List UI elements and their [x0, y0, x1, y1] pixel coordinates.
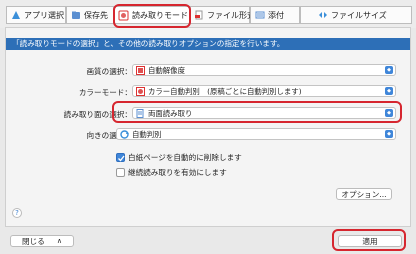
color-mode-value: カラー自動判別 (原稿ごとに自動判別します): [148, 86, 302, 96]
chevron-updown-icon: ◆: [385, 109, 393, 117]
quality-value: 自動解像度: [148, 65, 185, 75]
rotate-icon: [119, 129, 129, 139]
file-size-icon: [317, 10, 328, 21]
orientation-value: 自動判別: [132, 129, 162, 139]
folder-icon: [70, 10, 81, 21]
color-mode-select[interactable]: カラー自動判別 (原稿ごとに自動判別します) ◆: [132, 85, 396, 97]
close-label: 閉じる: [22, 236, 45, 246]
attach-icon: [254, 10, 265, 21]
help-button[interactable]: ?: [12, 208, 22, 218]
tab-app-select[interactable]: アプリ選択: [6, 6, 66, 24]
color-icon: [135, 86, 145, 96]
help-icon: ?: [15, 209, 19, 217]
scan-mode-icon: [118, 10, 129, 21]
duplex-icon: [135, 108, 145, 118]
app-select-icon: [10, 10, 21, 21]
scan-side-value: 両面読み取り: [148, 108, 193, 118]
resolution-icon: [135, 65, 145, 75]
chevron-updown-icon: ◆: [385, 130, 393, 138]
tab-label: アプリ選択: [24, 10, 64, 20]
blank-page-checkbox[interactable]: [116, 153, 125, 162]
file-format-icon: [194, 10, 204, 21]
tab-label: 保存先: [84, 10, 108, 20]
tab-label: ファイル形式: [207, 10, 255, 20]
tab-scan-mode[interactable]: 読み取りモード: [114, 6, 190, 24]
tab-file-size[interactable]: ファイルサイズ: [300, 6, 412, 24]
orientation-select[interactable]: 自動判別 ◆: [116, 128, 396, 140]
tab-attach[interactable]: 添付: [250, 6, 300, 24]
tab-label: 添付: [268, 10, 284, 20]
check-icon: [118, 155, 125, 162]
info-banner: 「読み取りモードの選択」と、その他の読み取りオプションの指定を行います。: [6, 38, 410, 50]
tab-bar: アプリ選択 保存先 読み取りモード ファイル形式 添付 ファイルサイズ: [0, 0, 416, 28]
chevron-updown-icon: ◆: [385, 87, 393, 95]
scan-side-select[interactable]: 両面読み取り ◆: [132, 107, 396, 119]
chevron-up-icon: ∧: [56, 237, 62, 245]
blank-page-label: 白紙ページを自動的に削除します: [128, 153, 242, 162]
options-button[interactable]: オプション...: [336, 188, 392, 200]
color-mode-label: カラーモード：: [78, 88, 132, 97]
tab-file-format[interactable]: ファイル形式: [190, 6, 255, 24]
tab-label: ファイルサイズ: [331, 10, 387, 20]
continuous-scan-checkbox[interactable]: [116, 168, 125, 177]
quality-select[interactable]: 自動解像度 ◆: [132, 64, 396, 76]
chevron-updown-icon: ◆: [385, 66, 393, 74]
tab-label: 読み取りモード: [132, 10, 188, 20]
close-button[interactable]: 閉じる ∧: [10, 235, 74, 247]
tab-save-location[interactable]: 保存先: [66, 6, 114, 24]
orientation-label: 向きの選択：: [86, 131, 132, 140]
continuous-scan-label: 継続読み取りを有効にします: [128, 168, 227, 177]
quality-label: 画質の選択：: [86, 67, 132, 76]
apply-button[interactable]: 適用: [338, 235, 402, 247]
scan-side-label: 読み取り面の選択：: [63, 110, 132, 119]
